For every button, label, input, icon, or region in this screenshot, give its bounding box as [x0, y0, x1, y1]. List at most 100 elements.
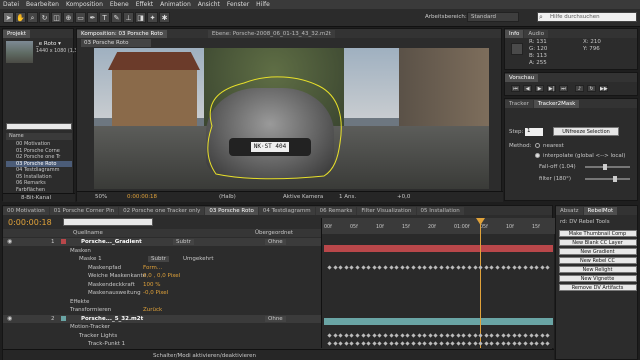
resolution-select[interactable]: (Halb): [219, 194, 236, 200]
keyframe-icon[interactable]: [383, 264, 388, 270]
keyframe-icon[interactable]: [506, 332, 511, 338]
keyframe-icon[interactable]: [428, 341, 433, 346]
keyframe-icon[interactable]: [405, 264, 411, 270]
keyframe-icon[interactable]: [355, 341, 360, 346]
keyframe-icon[interactable]: [517, 341, 523, 346]
menu-item-2[interactable]: Komposition: [66, 1, 103, 8]
tab-00-motivation[interactable]: 00 Motivation: [3, 207, 49, 215]
keyframe-icon[interactable]: [422, 264, 427, 270]
keyframe-icon[interactable]: [478, 332, 483, 338]
clone-tool-icon[interactable]: ⊥: [123, 12, 134, 23]
menu-item-4[interactable]: Effekt: [136, 1, 153, 8]
keyframe-icon[interactable]: [411, 341, 416, 346]
roto-tool-icon[interactable]: ✦: [147, 12, 158, 23]
tab-info[interactable]: Info: [505, 30, 524, 38]
tab-layer[interactable]: Ebene: Porsche-2008_06_01-13_43_32.m2t: [207, 30, 335, 38]
radio-interpolate[interactable]: [535, 153, 540, 158]
property-value[interactable]: Form...: [143, 265, 162, 271]
timeline-row[interactable]: 1 ◉ Porsche..._Gradient Subtr Ohne: [3, 238, 321, 246]
keyframe-icon[interactable]: [355, 332, 360, 338]
filter-slider[interactable]: [585, 178, 630, 180]
property-value[interactable]: 100 %: [143, 282, 160, 288]
rebel-button-make-thumbnail-comp[interactable]: Make Thumbnail Comp: [558, 230, 637, 237]
keyframe-icon[interactable]: [372, 332, 377, 338]
puppet-tool-icon[interactable]: ✱: [159, 12, 170, 23]
playhead[interactable]: [480, 218, 481, 348]
keyframe-icon[interactable]: [512, 332, 517, 338]
keyframe-icon[interactable]: [540, 332, 545, 338]
keyframe-icon[interactable]: [338, 332, 343, 338]
keyframe-icon[interactable]: [523, 332, 528, 338]
keyframe-icon[interactable]: [495, 264, 500, 270]
tab-01-porsche-corner-pin[interactable]: 01 Porsche Corner Pin: [49, 207, 119, 215]
property-value[interactable]: 0,0 , 0,0 Pixel: [143, 273, 180, 279]
keyframe-icon[interactable]: [461, 264, 467, 270]
keyframe-icon[interactable]: [540, 264, 545, 270]
project-item[interactable]: Farbflächen: [6, 187, 72, 193]
keyframe-icon[interactable]: [467, 341, 472, 346]
keyframe-icon[interactable]: [472, 341, 478, 346]
project-search-input[interactable]: [6, 123, 72, 130]
keyframe-icon[interactable]: [450, 332, 455, 338]
keyframe-icon[interactable]: [467, 332, 472, 338]
keyframe-icon[interactable]: [422, 332, 427, 338]
keyframe-icon[interactable]: [484, 341, 489, 346]
keyframe-icon[interactable]: [383, 332, 388, 338]
tab-absatz[interactable]: Absatz: [556, 207, 583, 215]
loop-icon[interactable]: ↻: [587, 85, 596, 92]
keyframe-icon[interactable]: [394, 332, 399, 338]
keyframe-icon[interactable]: [523, 264, 528, 270]
keyframe-icon[interactable]: [433, 264, 439, 270]
keyframe-icon[interactable]: [366, 264, 371, 270]
keyframe-icon[interactable]: [517, 264, 523, 270]
pan-behind-tool-icon[interactable]: ⊕: [63, 12, 74, 23]
keyframe-icon[interactable]: [372, 264, 377, 270]
menu-item-8[interactable]: Hilfe: [256, 1, 270, 8]
switches-toggle[interactable]: Schalter/Modi aktivieren/deaktivieren: [153, 353, 256, 359]
keyframe-icon[interactable]: [388, 341, 394, 346]
keyframe-icon[interactable]: [478, 341, 483, 346]
keyframe-icon[interactable]: [388, 264, 394, 270]
keyframe-icon[interactable]: [545, 341, 551, 346]
keyframe-icon[interactable]: [428, 332, 433, 338]
timeline-row[interactable]: Maskendeckkraft 100 %: [3, 281, 321, 289]
keyframe-icon[interactable]: [394, 264, 399, 270]
prev-frame-icon[interactable]: ◀: [523, 85, 532, 92]
keyframe-icon[interactable]: [456, 332, 461, 338]
tab-tracker[interactable]: Tracker: [505, 100, 533, 108]
bit-depth[interactable]: 8-Bit-Kanal: [21, 195, 51, 201]
keyframe-icon[interactable]: [545, 332, 551, 338]
timeline-search-input[interactable]: [63, 218, 153, 226]
property-value[interactable]: Zurück: [143, 307, 162, 313]
keyframe-icon[interactable]: [528, 341, 534, 346]
step-input[interactable]: 1: [525, 128, 543, 136]
viewer-timecode[interactable]: 0:00:00:18: [127, 194, 157, 200]
rotate-tool-icon[interactable]: ↻: [39, 12, 50, 23]
keyframe-icon[interactable]: [506, 264, 511, 270]
keyframe-icon[interactable]: [450, 264, 455, 270]
rebel-button-new-relight[interactable]: New Relight: [558, 266, 637, 273]
keyframe-icon[interactable]: [327, 332, 332, 338]
keyframe-icon[interactable]: [344, 341, 349, 346]
camera-tool-icon[interactable]: ◫: [51, 12, 62, 23]
roto-mask-path[interactable]: [94, 48, 489, 189]
keyframe-icon[interactable]: [512, 341, 517, 346]
menu-item-5[interactable]: Animation: [160, 1, 191, 8]
keyframe-icon[interactable]: [360, 264, 366, 270]
timeline-row[interactable]: Weiche Maskenkante 0,0 , 0,0 Pixel: [3, 272, 321, 280]
timeline-row[interactable]: Effekte: [3, 298, 321, 306]
next-frame-icon[interactable]: ▶|: [547, 85, 556, 92]
project-item[interactable]: 06 Remarks: [6, 180, 72, 186]
parent-select[interactable]: Ohne: [265, 239, 286, 245]
timeline-row[interactable]: Track-Punkt 1: [3, 340, 321, 348]
keyframe-icon[interactable]: [512, 264, 517, 270]
keyframe-icon[interactable]: [528, 332, 534, 338]
keyframe-icon[interactable]: [500, 341, 506, 346]
rebel-button-new-rebel-cc[interactable]: New Rebel CC: [558, 257, 637, 264]
keyframe-icon[interactable]: [400, 264, 405, 270]
keyframe-icon[interactable]: [534, 341, 539, 346]
tab-06-remarks[interactable]: 06 Remarks: [315, 207, 357, 215]
tab-composition[interactable]: Komposition: 03 Porsche Roto: [77, 30, 167, 38]
timeline-row[interactable]: 2 ◉ Porsche..._5_32.m2t Ohne: [3, 314, 321, 323]
parent-select[interactable]: Ohne: [265, 315, 286, 322]
